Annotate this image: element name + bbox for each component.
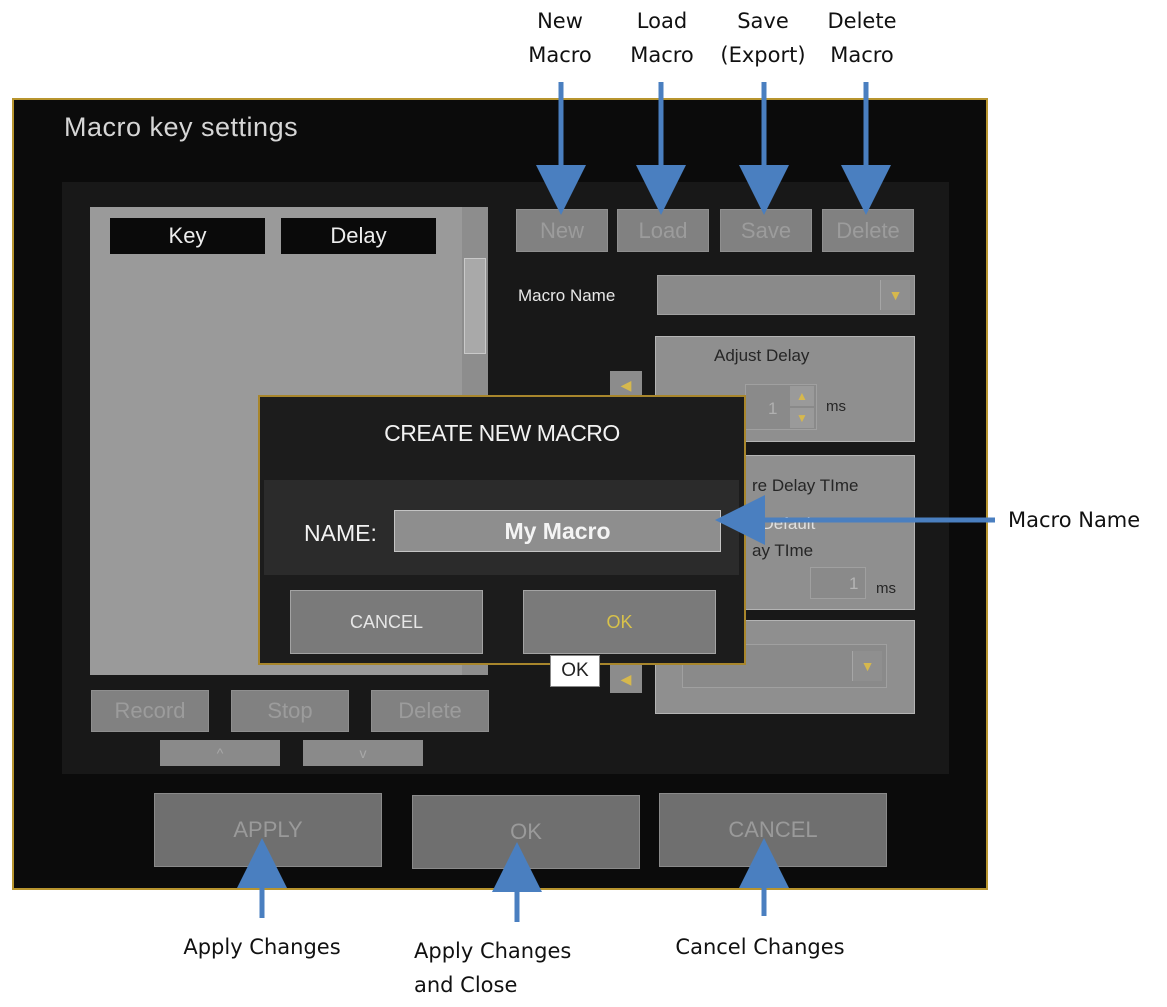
save-macro-button[interactable]: Save: [720, 209, 812, 252]
macro-name-input[interactable]: My Macro: [394, 510, 721, 552]
column-header-key[interactable]: Key: [110, 218, 265, 254]
move-down-button[interactable]: v: [303, 740, 423, 766]
column-header-delay[interactable]: Delay: [281, 218, 436, 254]
record-delay-line3: ay TIme: [752, 541, 814, 560]
ok-tooltip: OK: [550, 655, 600, 687]
move-up-button[interactable]: ^: [160, 740, 280, 766]
cancel-button[interactable]: CANCEL: [659, 793, 887, 867]
annotation-macro-name: Macro Name: [1008, 508, 1141, 532]
annotation-new-macro: New Macro: [528, 9, 592, 67]
delay-unit-label: ms: [826, 398, 846, 415]
annotation-save-export: Save (Export): [720, 9, 806, 67]
left-arrow-icon-lower[interactable]: ◀: [610, 665, 642, 693]
record-delay-line1: re Delay TIme: [752, 476, 859, 495]
window-title: Macro key settings: [64, 112, 299, 142]
delete-macro-button[interactable]: Delete: [822, 209, 914, 252]
delay-up-icon[interactable]: ▲: [790, 386, 814, 406]
delete-step-button[interactable]: Delete: [371, 690, 489, 732]
ok-button[interactable]: OK: [412, 795, 640, 869]
record-delay-line2: t Default: [752, 514, 816, 533]
annotation-apply-changes: Apply Changes: [183, 935, 341, 959]
delay-down-icon[interactable]: ▼: [790, 408, 814, 428]
record-button[interactable]: Record: [91, 690, 209, 732]
annotation-load-macro: Load Macro: [630, 9, 694, 67]
stop-button[interactable]: Stop: [231, 690, 349, 732]
dialog-cancel-button[interactable]: CANCEL: [290, 590, 483, 654]
dialog-name-label: NAME:: [304, 520, 377, 546]
load-macro-button[interactable]: Load: [617, 209, 709, 252]
default-delay-unit: ms: [876, 580, 896, 597]
apply-button[interactable]: APPLY: [154, 793, 382, 867]
default-delay-field[interactable]: 1: [810, 567, 866, 599]
annotation-apply-and-close: Apply Changes and Close: [414, 939, 572, 997]
macro-name-dropdown[interactable]: ▼: [657, 275, 915, 315]
chevron-down-icon[interactable]: ▼: [852, 651, 882, 681]
list-scrollbar-thumb[interactable]: [464, 258, 486, 354]
adjust-delay-title: Adjust Delay: [714, 346, 810, 365]
annotation-cancel-changes: Cancel Changes: [675, 935, 845, 959]
dialog-title: CREATE NEW MACRO: [384, 420, 620, 446]
macro-name-label: Macro Name: [518, 286, 616, 305]
annotation-delete-macro: Delete Macro: [827, 9, 897, 67]
chevron-down-icon[interactable]: ▼: [880, 280, 910, 310]
dialog-ok-button[interactable]: OK: [523, 590, 716, 654]
new-macro-button[interactable]: New: [516, 209, 608, 252]
